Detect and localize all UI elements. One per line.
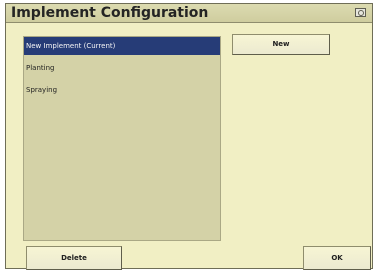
title-bar: Implement Configuration	[6, 4, 372, 23]
implement-configuration-window: Implement Configuration New Implement (C…	[5, 3, 373, 270]
implement-list[interactable]: New Implement (Current) Planting Sprayin…	[23, 36, 221, 241]
window-menu-icon[interactable]	[355, 8, 366, 17]
delete-button[interactable]: Delete	[26, 246, 122, 270]
ok-button[interactable]: OK	[303, 246, 371, 270]
new-button[interactable]: New	[232, 34, 330, 55]
list-item-new-implement[interactable]: New Implement (Current)	[24, 37, 220, 55]
window-title: Implement Configuration	[11, 5, 209, 21]
list-item-spraying[interactable]: Spraying	[24, 79, 220, 101]
list-item-planting[interactable]: Planting	[24, 57, 220, 79]
